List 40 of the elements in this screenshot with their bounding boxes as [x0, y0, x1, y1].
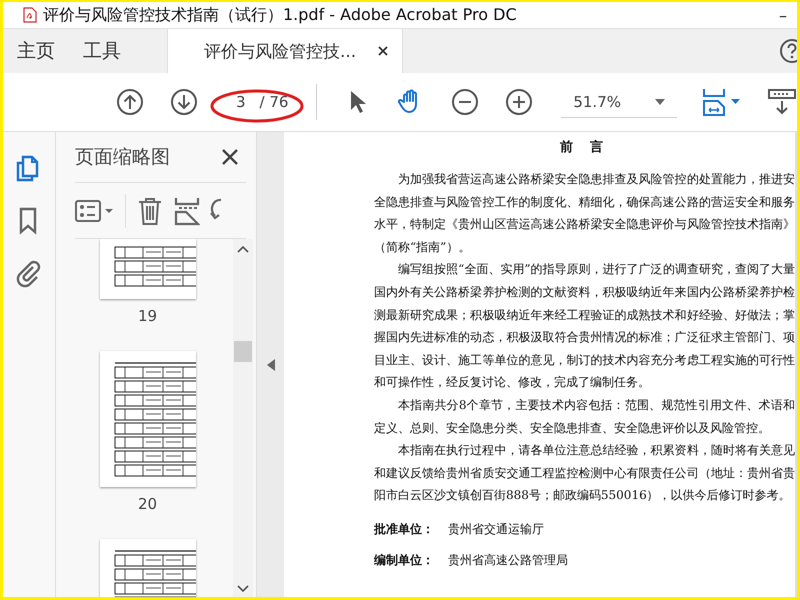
paragraph: 编写组按照“全面、实用”的指导原则，进行了广泛的调查研究，查阅了大量国内外有关公路桥梁养护检测的文献资料，积极吸纳近年来国内公路桥梁养护检测最新研究成果；积极吸纳近年来经工程验证的成熟技术和好经验、好做法；掌握国内先进标准的动态，积极汲取符合贵州情况的标准；广泛征求主管部门、项目业主、设计、施工等单位的意见，制订的技术内容充分考虑工程实施的可行性和可操作性，经反复讨论、修改，完成了编制任务。 [374, 261, 795, 392]
paragraph: 为加强我省营运高速公路桥梁安全隐患排查及风险管控的处置能力，推进安全隐患排查与风险管控工作的制度化、精细化，确保高速公路的营运安全和服务水平，特制定《贵州山区营运高速公路桥梁安全隐患评价与风险管控技术指南》（简称“指南”）。 [374, 171, 795, 256]
paragraph: 本指南共分8个章节，主要技术内容包括：范围、规范性引用文件、术语和定义、总则、安全隐患分类、安全隐患排查、安全隐患评价以及风险管控。 [374, 396, 795, 437]
page-count: / 76 [260, 93, 288, 111]
scroll-mode-icon[interactable] [767, 88, 797, 116]
caret-icon [655, 98, 665, 104]
signature-label: 编制单位： [374, 552, 434, 569]
close-icon[interactable] [378, 46, 388, 56]
scroll-up-icon[interactable] [237, 245, 249, 253]
page-label: 20 [138, 495, 158, 513]
fit-page-icon[interactable] [701, 87, 741, 117]
page-thumbnail[interactable] [100, 539, 196, 597]
tab[interactable]: 评价与风险管控技... [167, 29, 404, 73]
tab[interactable]: 工具 [69, 29, 135, 73]
page-number-field[interactable]: 3 [236, 93, 246, 111]
close-icon[interactable] [222, 149, 238, 165]
document-heading: 前 言 [559, 138, 610, 156]
window-title: 评价与风险管控技术指南（试行）1.pdf - Adobe Acrobat Pro DC [43, 4, 517, 26]
scroll-down-icon[interactable] [237, 585, 249, 593]
scrollbar-thumb[interactable] [234, 341, 252, 362]
panel-title: 页面缩略图 [75, 145, 170, 170]
zoom-in-icon[interactable] [505, 88, 534, 116]
trash-icon[interactable] [136, 196, 164, 226]
tab[interactable]: 主页 [3, 29, 69, 73]
paragraph: 本指南在执行过程中，请各单位注意总结经验，积累资料，随时将有关意见和建议反馈给贵州省质安交通工程监控检测中心有限责任公司（地址：贵州省贵阳市白云区沙文镇创百街888号；邮政编码550016），以供今后修订时参考。 [374, 442, 795, 504]
page-thumbnail[interactable] [100, 351, 196, 487]
page-thumbnail[interactable] [100, 239, 196, 299]
zoom-out-icon[interactable] [451, 88, 480, 116]
collapse-panel-icon[interactable] [266, 358, 274, 370]
signature-value: 贵州省高速公路管理局 [448, 552, 568, 569]
pdf-file-icon [23, 7, 37, 23]
page-label: 19 [138, 307, 158, 325]
options-icon[interactable] [75, 198, 115, 224]
page-down-icon[interactable] [170, 88, 198, 116]
page-up-icon[interactable] [116, 88, 144, 116]
zoom-dropdown[interactable]: 51.7% [561, 86, 677, 118]
signature-label: 批准单位： [374, 520, 434, 538]
signature-value: 贵州省交通运输厅 [448, 520, 544, 538]
insert-page-icon[interactable] [174, 196, 200, 226]
minimize-button[interactable]: – [779, 6, 787, 24]
